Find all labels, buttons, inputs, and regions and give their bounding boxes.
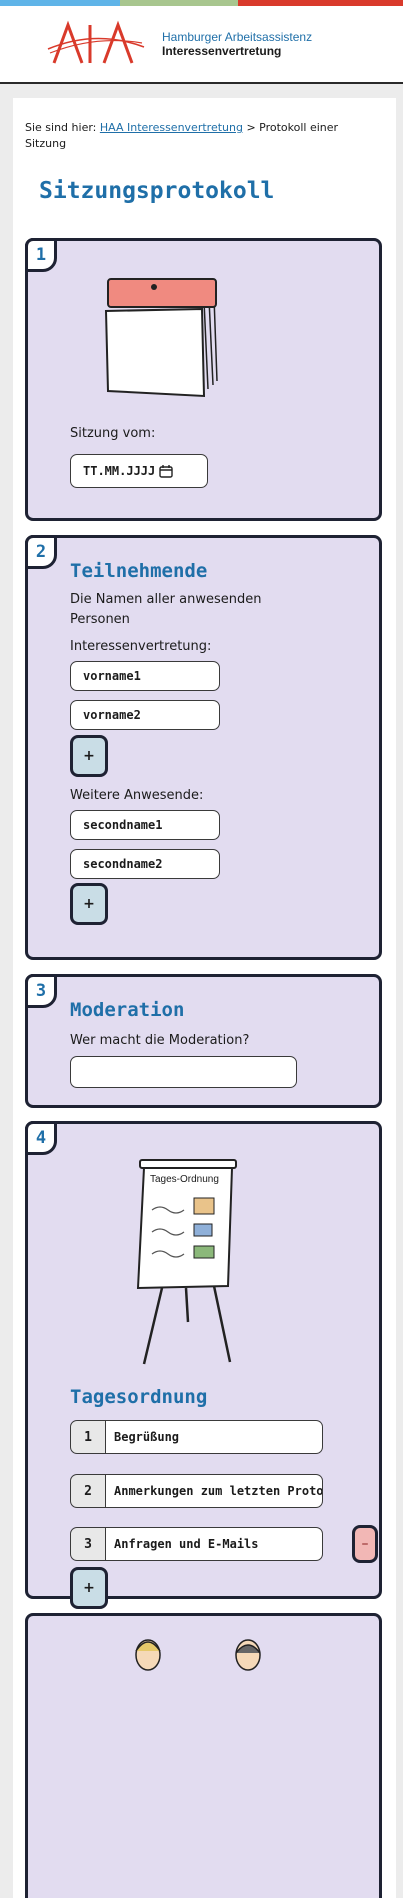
section-number: 1	[25, 238, 57, 272]
section-title-agenda: Tagesordnung	[70, 1386, 208, 1408]
guest-input[interactable]: secondname1	[70, 810, 220, 840]
agenda-item-input[interactable]: Anmerkungen zum letzten Protokoll	[106, 1474, 323, 1508]
participant-input[interactable]: vorname2	[70, 700, 220, 730]
calendar-illustration-icon	[96, 271, 226, 403]
group2-label: Weitere Anwesende:	[70, 788, 204, 803]
site-header: Hamburger Arbeitsassistenz Interessenver…	[0, 6, 403, 84]
agenda-item-input[interactable]: Begrüßung	[106, 1420, 323, 1454]
section-participants: 2 Teilnehmende Die Namen aller anwesende…	[25, 535, 382, 960]
top-color-bar	[0, 0, 403, 6]
main-content: Sie sind hier: HAA Interessenvertretung …	[13, 98, 396, 1898]
agenda-item-number: 1	[70, 1420, 106, 1454]
add-agenda-item-button[interactable]: +	[70, 1567, 108, 1609]
agenda-item-input[interactable]: Anfragen und E-Mails	[106, 1527, 323, 1561]
participants-description: Die Namen aller anwesenden Personen	[70, 592, 262, 627]
people-icon	[128, 1631, 268, 1675]
section-title-moderation: Moderation	[70, 999, 185, 1021]
section-moderation: 3 Moderation Wer macht die Moderation?	[25, 974, 382, 1108]
section-title-participants: Teilnehmende	[70, 560, 208, 582]
section-number: 2	[25, 535, 57, 569]
breadcrumb-link-home[interactable]: HAA Interessenvertretung	[100, 121, 243, 134]
page-title: Sitzungsprotokoll	[39, 178, 275, 204]
agenda-item: 1 Begrüßung	[70, 1420, 323, 1454]
date-placeholder: TT.MM.JJJJ	[83, 464, 156, 478]
participant-input[interactable]: vorname1	[70, 661, 220, 691]
section-agenda: 4 Tages-Ordnung Tagesordnung 1 Begrüßung…	[25, 1121, 382, 1609]
flipchart-illustration-icon: Tages-Ordnung	[122, 1154, 252, 1378]
haa-logo-icon[interactable]	[46, 19, 146, 69]
agenda-item: 3 Anfragen und E-Mails	[70, 1527, 323, 1561]
flipchart-title: Tages-Ordnung	[150, 1174, 219, 1185]
add-guest-button[interactable]: +	[70, 883, 108, 925]
agenda-item-number: 2	[70, 1474, 106, 1508]
agenda-item: 2 Anmerkungen zum letzten Protokoll	[70, 1474, 323, 1508]
breadcrumb-prefix: Sie sind hier:	[25, 121, 97, 134]
remove-agenda-item-button[interactable]: –	[352, 1525, 378, 1563]
breadcrumb: Sie sind hier: HAA Interessenvertretung …	[25, 120, 365, 152]
moderation-input[interactable]	[70, 1056, 297, 1088]
org-name[interactable]: Hamburger Arbeitsassistenz Interessenver…	[162, 30, 312, 58]
org-name-line1: Hamburger Arbeitsassistenz	[162, 30, 313, 44]
agenda-item-number: 3	[70, 1527, 106, 1561]
guest-input[interactable]: secondname2	[70, 849, 220, 879]
section-number: 3	[25, 974, 57, 1008]
add-participant-button[interactable]: +	[70, 735, 108, 777]
section-next	[25, 1613, 382, 1898]
group1-label: Interessenvertretung:	[70, 639, 212, 654]
section-meeting-date: 1 Sitzung vom: TT.MM.JJJJ	[25, 238, 382, 521]
breadcrumb-separator: >	[246, 121, 256, 134]
org-name-line2: Interessenvertretung	[162, 44, 282, 58]
calendar-icon[interactable]	[159, 464, 173, 478]
section-number: 4	[25, 1121, 57, 1155]
moderation-question: Wer macht die Moderation?	[70, 1033, 250, 1048]
date-input[interactable]: TT.MM.JJJJ	[70, 454, 208, 488]
date-label: Sitzung vom:	[70, 426, 156, 441]
